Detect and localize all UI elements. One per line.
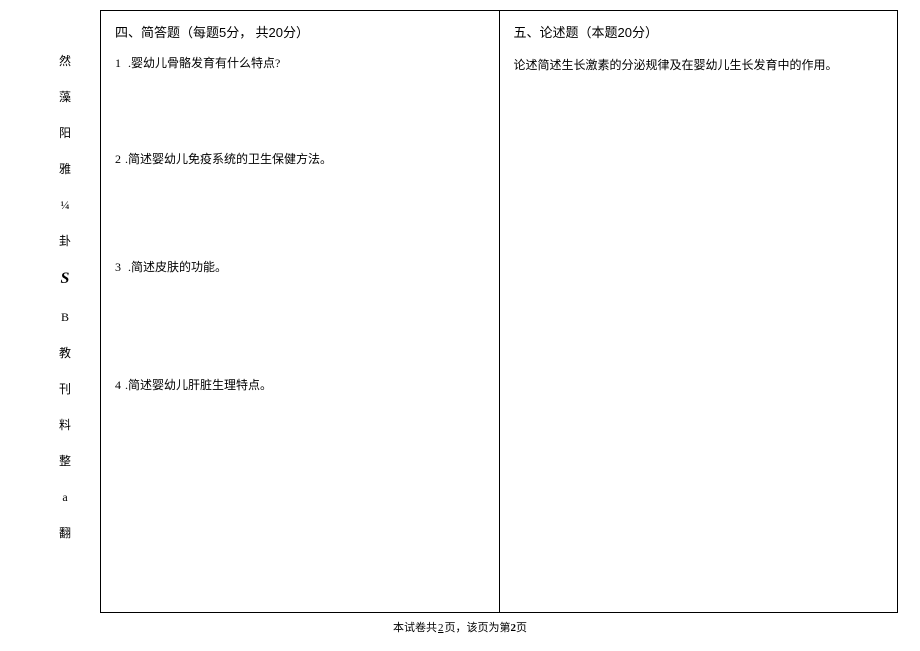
margin-char: B	[61, 311, 69, 323]
question-2: 2 .简述婴幼儿免疫系统的卫生保健方法。	[115, 150, 485, 168]
left-column: 四、简答题（每题5分， 共20分） 1 .婴幼儿骨骼发育有什么特点? 2 .简述婴…	[101, 11, 500, 612]
page-footer: 本试卷共2页，该页为第2页	[0, 619, 920, 635]
total-pages: 2	[437, 622, 445, 634]
section-4-title: 四、简答题（每题5分， 共20分）	[115, 23, 485, 44]
section-total-points: 20	[269, 25, 283, 40]
footer-text: 页，该页为第	[445, 622, 511, 634]
question-text: .简述皮肤的功能。	[125, 260, 227, 274]
question-number: 2	[115, 152, 121, 166]
question-1: 1 .婴幼儿骨骼发育有什么特点?	[115, 54, 485, 72]
section-title-text: 五、论述题（本题	[514, 25, 618, 40]
margin-char: 料	[59, 419, 71, 431]
section-title-text: 分）	[283, 25, 309, 40]
margin-char: 教	[59, 347, 71, 359]
question-number: 4	[115, 378, 121, 392]
footer-text: 本试卷共	[393, 622, 437, 634]
margin-char: 藻	[59, 91, 71, 103]
margin-char: 然	[59, 55, 71, 67]
question-3: 3 .简述皮肤的功能。	[115, 258, 485, 276]
margin-char: S	[61, 271, 70, 287]
question-text: .简述婴幼儿肝脏生理特点。	[125, 378, 272, 392]
section-title-text: 四、简答题（每题	[115, 25, 219, 40]
margin-char: 卦	[59, 235, 71, 247]
question-text: .婴幼儿骨骼发育有什么特点?	[125, 56, 280, 70]
essay-prompt: 论述简述生长激素的分泌规律及在婴幼儿生长发育中的作用。	[514, 56, 884, 75]
margin-char: 刊	[59, 383, 71, 395]
footer-text: 页	[516, 622, 527, 634]
section-total-points: 20	[618, 25, 632, 40]
exam-page-box: 四、简答题（每题5分， 共20分） 1 .婴幼儿骨骼发育有什么特点? 2 .简述婴…	[100, 10, 898, 613]
question-number: 1	[115, 56, 121, 70]
margin-char: 整	[59, 455, 71, 467]
question-text: .简述婴幼儿免疫系统的卫生保健方法。	[125, 152, 332, 166]
margin-char: ¼	[61, 199, 70, 211]
section-5-title: 五、论述题（本题20分）	[514, 23, 884, 44]
section-title-text: 分）	[632, 25, 658, 40]
question-4: 4 .简述婴幼儿肝脏生理特点。	[115, 376, 485, 394]
section-title-text: 分， 共	[226, 25, 268, 40]
binding-margin-text: 然 藻 阳 雅 ¼ 卦 S B 教 刊 料 整 a 翻	[55, 55, 75, 539]
right-column: 五、论述题（本题20分） 论述简述生长激素的分泌规律及在婴幼儿生长发育中的作用。	[500, 11, 898, 612]
margin-char: a	[62, 491, 67, 503]
margin-char: 阳	[59, 127, 71, 139]
question-number: 3	[115, 260, 121, 274]
margin-char: 雅	[59, 163, 71, 175]
margin-char: 翻	[59, 527, 71, 539]
